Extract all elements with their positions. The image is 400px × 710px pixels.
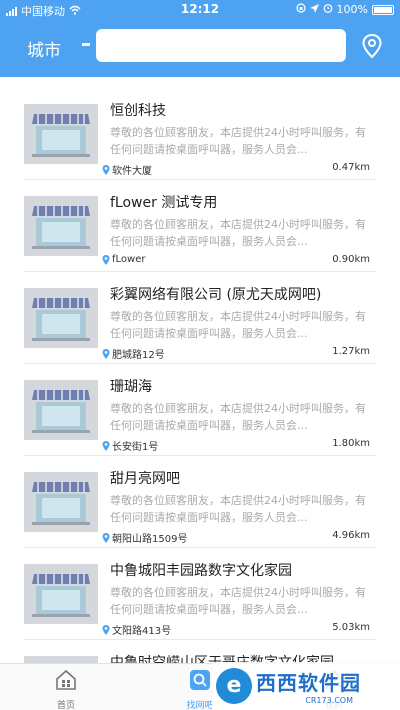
item-description: 尊敬的各位顾客朋友，本店提供24小时呼叫服务，有任何问题请按桌面呼叫器，服务人员…: [110, 218, 366, 248]
item-address: 朝阳山路1509号: [102, 530, 187, 545]
list-item[interactable]: fLower 测试专用 尊敬的各位顾客朋友，本店提供24小时呼叫服务，有任何问题…: [24, 180, 376, 272]
store-thumbnail: [24, 288, 98, 348]
list-item[interactable]: 中鲁城阳丰园路数字文化家园 尊敬的各位顾客朋友，本店提供24小时呼叫服务，有任何…: [24, 548, 376, 640]
store-thumbnail: [24, 104, 98, 164]
item-address: 文阳路413号: [102, 622, 171, 637]
watermark-e-icon: e: [216, 668, 252, 704]
watermark-domain: CR173.COM: [305, 696, 353, 705]
list-item[interactable]: 珊瑚海 尊敬的各位顾客朋友，本店提供24小时呼叫服务，有任何问题请按桌面呼叫器，…: [24, 364, 376, 456]
tab-find-label: 找网吧: [186, 701, 214, 710]
pin-icon: [102, 348, 110, 359]
store-thumbnail: [24, 564, 98, 624]
pin-icon: [102, 532, 110, 543]
store-thumbnail: [24, 380, 98, 440]
item-title: 中鲁城阳丰园路数字文化家园: [110, 563, 292, 579]
battery-icon: [372, 4, 394, 15]
list-item[interactable]: 甜月亮网吧 尊敬的各位顾客朋友，本店提供24小时呼叫服务，有任何问题请按桌面呼叫…: [24, 456, 376, 548]
item-description: 尊敬的各位顾客朋友，本店提供24小时呼叫服务，有任何问题请按桌面呼叫器，服务人员…: [110, 402, 366, 432]
list-item[interactable]: 彩翼网络有限公司 (原尤天成网吧) 尊敬的各位顾客朋友，本店提供24小时呼叫服务…: [24, 272, 376, 364]
header: 城市: [0, 20, 400, 77]
list-item[interactable]: 恒创科技 尊敬的各位顾客朋友，本店提供24小时呼叫服务，有任何问题请按桌面呼叫器…: [24, 88, 376, 180]
location-arrow-icon: [309, 3, 319, 16]
pin-icon: [102, 440, 110, 451]
item-title: 恒创科技: [110, 103, 166, 119]
item-distance: 1.27km: [332, 346, 370, 357]
item-distance: 0.47km: [332, 162, 370, 173]
store-thumbnail: [24, 196, 98, 256]
item-address-text: 软件大厦: [112, 166, 152, 177]
item-address-text: 长安街1号: [112, 442, 159, 453]
item-address: 肥城路12号: [102, 346, 165, 361]
status-bar: 中国移动 12:12 100%: [0, 0, 400, 20]
item-distance: 0.90km: [332, 254, 370, 265]
city-dash-divider: [82, 43, 90, 46]
watermark-logo: e 西西软件园 CR173.COM: [212, 662, 400, 710]
item-address: 软件大厦: [102, 162, 152, 177]
item-distance: 4.96km: [332, 530, 370, 541]
find-icon: [189, 669, 211, 691]
item-address-text: fLower: [112, 254, 146, 265]
item-description: 尊敬的各位顾客朋友，本店提供24小时呼叫服务，有任何问题请按桌面呼叫器，服务人员…: [110, 310, 366, 340]
item-description: 尊敬的各位顾客朋友，本店提供24小时呼叫服务，有任何问题请按桌面呼叫器，服务人员…: [110, 494, 366, 524]
item-distance: 1.80km: [332, 438, 370, 449]
store-thumbnail: [24, 472, 98, 532]
tab-home[interactable]: 首页: [6, 664, 126, 710]
pin-icon: [102, 624, 110, 635]
rotation-lock-icon: [295, 3, 306, 16]
item-address-text: 肥城路12号: [112, 350, 165, 361]
item-description: 尊敬的各位顾客朋友，本店提供24小时呼叫服务，有任何问题请按桌面呼叫器，服务人员…: [110, 586, 366, 616]
alarm-icon: [323, 3, 333, 16]
tab-home-label: 首页: [56, 701, 75, 710]
item-address: fLower: [102, 254, 145, 265]
item-title: 彩翼网络有限公司 (原尤天成网吧): [110, 287, 322, 303]
item-address-text: 朝阳山路1509号: [112, 534, 188, 545]
battery-percent: 100%: [336, 3, 368, 16]
watermark-title: 西西软件园: [256, 671, 361, 695]
item-address-text: 文阳路413号: [112, 626, 172, 637]
item-distance: 5.03km: [332, 622, 370, 633]
venue-list: 恒创科技 尊敬的各位顾客朋友，本店提供24小时呼叫服务，有任何问题请按桌面呼叫器…: [0, 77, 400, 663]
item-address: 长安街1号: [102, 438, 158, 453]
item-title: 甜月亮网吧: [110, 471, 180, 487]
home-icon: [55, 669, 77, 691]
list-item[interactable]: 中鲁时空崂山区于哥庄数字文化家园: [24, 640, 376, 663]
location-pin-icon[interactable]: [361, 33, 383, 59]
pin-icon: [102, 164, 110, 175]
pin-icon: [102, 254, 110, 265]
item-title: 珊瑚海: [110, 379, 152, 395]
item-title: fLower 测试专用: [110, 195, 218, 211]
city-selector[interactable]: 城市: [27, 36, 61, 61]
item-description: 尊敬的各位顾客朋友，本店提供24小时呼叫服务，有任何问题请按桌面呼叫器，服务人员…: [110, 126, 366, 156]
store-thumbnail: [24, 656, 98, 663]
search-input[interactable]: [96, 29, 346, 62]
